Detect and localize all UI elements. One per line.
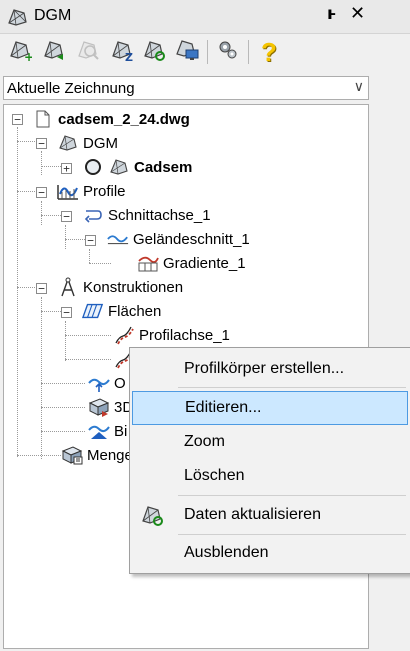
menu-item-delete[interactable]: Löschen [130,459,410,493]
pin-icon[interactable]: ͱ [327,4,337,24]
tree-label-mengen: Menge [87,446,133,464]
dgm-display-icon [174,38,200,67]
terrain-section-icon [107,229,129,249]
tree-node-konstruktionen[interactable]: Konstruktionen [57,276,183,298]
close-icon[interactable]: ✕ [350,3,365,24]
profile-collapse-toggle[interactable]: − [36,187,47,198]
dgm-collapse-toggle[interactable]: − [36,138,47,149]
tree-node-gelaendeschnitt[interactable]: Geländeschnitt_1 [107,228,250,250]
gelaendeschnitt-collapse-toggle[interactable]: − [85,235,96,246]
context-menu: Profilkörper erstellen... Editieren... Z… [129,347,410,574]
tree-node-root[interactable]: cadsem_2_24.dwg [32,108,190,130]
dgm-search-button[interactable] [74,38,102,66]
schnittachse-collapse-toggle[interactable]: − [61,211,72,222]
tree-node-mengen[interactable]: Menge [61,444,133,466]
tree-label-cadsem: Cadsem [134,158,193,176]
gradient-icon [137,253,159,273]
toolbar-separator [207,40,208,64]
menu-item-label: Editieren... [185,399,262,416]
quantities-icon [61,445,83,465]
menu-item-label: Zoom [184,433,225,450]
help-icon: ? [261,36,277,67]
dgm-search-icon [76,38,100,67]
tools-icon [216,38,240,67]
profile-axis-icon [113,325,135,345]
tree-node-o[interactable]: O [88,372,126,394]
window-title: DGM [34,7,72,24]
tree-label-bi: Bi [114,422,128,440]
flaechen-collapse-toggle[interactable]: − [61,307,72,318]
tree-node-dgm[interactable]: DGM [57,132,118,154]
file-icon [32,109,54,129]
menu-separator [178,534,406,535]
menu-item-update-data[interactable]: Daten aktualisieren [130,498,410,532]
dgm-z-icon: Z [110,38,134,67]
chevron-down-icon: ∨ [353,78,364,94]
cadsem-expand-toggle[interactable]: + [61,163,72,174]
dgm-app-icon [6,7,28,27]
surfaces-icon [82,301,104,321]
window-titlebar: DGM ͱ ✕ [0,0,410,34]
root-collapse-toggle[interactable]: − [12,114,23,125]
dgm-import-icon [42,38,66,67]
tree-node-3d[interactable]: 3D [88,396,133,418]
dgm-refresh-button[interactable] [140,38,168,66]
tree-node-schnittachse[interactable]: Schnittachse_1 [82,204,211,226]
circle-status-icon [82,157,104,177]
svg-text:Z: Z [125,51,133,62]
dgm-display-button[interactable] [173,38,201,66]
surface-upload-icon [88,373,110,393]
tree-label-flaechen: Flächen [108,302,162,320]
dgm-refresh-icon [142,38,166,67]
tree-label-gelaendeschnitt: Geländeschnitt_1 [133,230,250,248]
help-button[interactable]: ? [255,36,283,67]
tree-node-flaechen[interactable]: Flächen [82,300,161,322]
3d-body-icon [88,397,110,417]
tree-label-dgm: DGM [83,134,118,152]
cut-axis-icon [82,205,104,225]
profile-icon [57,181,79,201]
dgm-create-button[interactable]: + [6,38,34,66]
menu-item-label: Profilkörper erstellen... [184,360,345,377]
menu-item-zoom[interactable]: Zoom [130,425,410,459]
menu-separator [178,495,406,496]
tree-label-gradiente: Gradiente_1 [163,254,246,272]
dgm-icon [108,157,130,177]
tree-label-root: cadsem_2_24.dwg [58,110,190,128]
menu-item-create-profile-body[interactable]: Profilkörper erstellen... [130,352,410,386]
dgm-icon [57,133,79,153]
menu-item-hide[interactable]: Ausblenden [130,536,410,570]
scope-select[interactable]: Aktuelle Zeichnung ∨ [3,76,369,100]
tree-label-profile: Profile [83,182,126,200]
scope-select-value: Aktuelle Zeichnung [7,80,135,97]
tree-node-gradiente[interactable]: Gradiente_1 [137,252,246,274]
menu-item-label: Löschen [184,467,245,484]
toolbar: + Z ? [0,34,410,72]
tree-label-konstruktionen: Konstruktionen [83,278,184,296]
menu-item-label: Ausblenden [184,544,269,561]
tree-label-schnittachse: Schnittachse_1 [108,206,211,224]
embankment-icon [88,421,110,441]
toolbar-separator [248,40,249,64]
tree-label-profilachse: Profilachse_1 [139,326,230,344]
dgm-z-button[interactable]: Z [108,38,136,66]
menu-item-label: Daten aktualisieren [184,506,321,523]
konstruktionen-collapse-toggle[interactable]: − [36,283,47,294]
tree-node-bi[interactable]: Bi [88,420,127,442]
tree-node-profile[interactable]: Profile [57,180,126,202]
svg-text:+: + [24,50,32,62]
menu-separator [178,387,406,388]
dgm-refresh-icon [140,503,164,532]
compass-icon [57,277,79,297]
tree-label-o: O [114,374,126,392]
tree-node-cadsem[interactable]: Cadsem [82,156,192,178]
dgm-create-icon: + [8,38,34,67]
tree-node-profilachse[interactable]: Profilachse_1 [113,324,230,346]
menu-item-edit[interactable]: Editieren... [132,391,408,425]
dgm-import-button[interactable] [40,38,68,66]
tools-button[interactable] [214,38,242,66]
